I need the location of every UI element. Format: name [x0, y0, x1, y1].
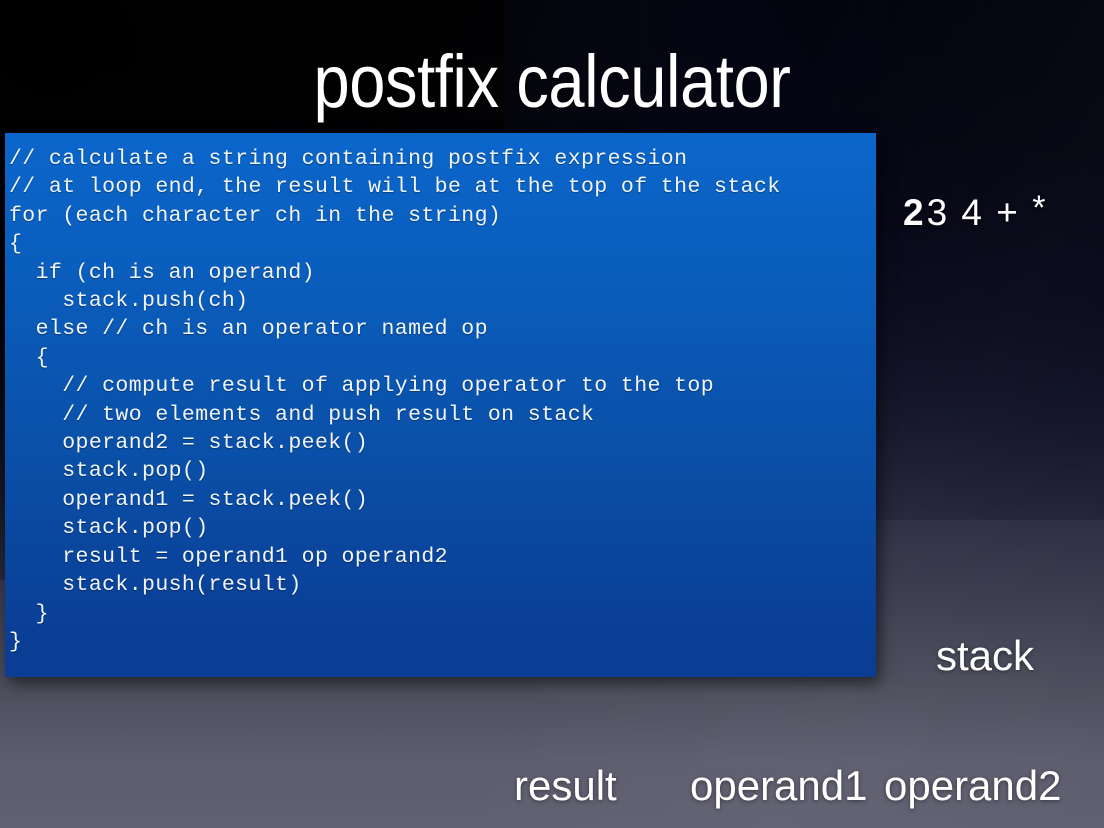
result-label: result: [514, 762, 617, 809]
operand1-label: operand1: [690, 762, 868, 809]
slide-title: postfix calculator: [313, 40, 791, 123]
postfix-expression: 23 4 + *: [903, 188, 1047, 233]
expression-last-token: *: [1032, 189, 1048, 227]
code-panel: // calculate a string containing postfix…: [5, 133, 876, 677]
stack-label: stack: [936, 632, 1035, 679]
slide-canvas: postfix calculator // calculate a string…: [0, 0, 1104, 828]
operand2-label: operand2: [884, 762, 1062, 809]
expression-remaining-tokens: 3 4 +: [926, 192, 1033, 233]
expression-current-token: 2: [903, 192, 927, 233]
pseudocode-block: // calculate a string containing postfix…: [9, 147, 781, 654]
